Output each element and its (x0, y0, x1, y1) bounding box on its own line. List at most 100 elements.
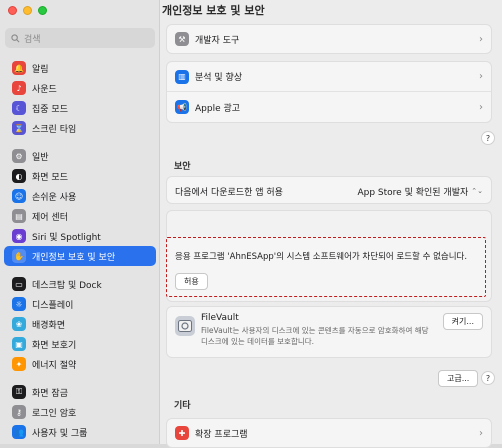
settings-window: 검색 🔔 알림 ♪ 사운드 ☾ 집중 모드 ⌛ 스크린 타임 ⚙ 일반 ◐ 화면 모드 ☺ 손쉬운 사용 ▤… (0, 0, 502, 448)
chevron-right-icon: › (479, 33, 483, 45)
sidebar-item[interactable]: ☼ 디스플레이 (4, 294, 156, 314)
allow-apps-card: 다음에서 다운로드한 앱 허용 App Store 및 확인된 개발자 ⌃⌄ (166, 176, 492, 204)
extensions-label: 확장 프로그램 (195, 429, 248, 440)
sidebar-item[interactable]: ⌛ 스크린 타임 (4, 118, 156, 138)
filevault-icon (175, 316, 195, 336)
sidebar-item-label: 로그인 암호 (32, 408, 77, 419)
allow-button[interactable]: 허용 (175, 273, 208, 290)
dock-icon: ▭ (12, 277, 26, 291)
apple-ads-label: Apple 광고 (195, 103, 241, 114)
developer-tools-card: ⚒ 개발자 도구 › (166, 24, 492, 54)
sidebar-item[interactable]: ⚿ 화면 잠금 (4, 382, 156, 402)
sidebar-item[interactable]: 👥 사용자 및 그룹 (4, 422, 156, 442)
sidebar-item[interactable]: 🔔 알림 (4, 58, 156, 78)
moon-icon: ☾ (12, 101, 26, 115)
other-section-title: 기타 (174, 401, 191, 411)
sidebar-item[interactable]: ◐ 화면 모드 (4, 166, 156, 186)
window-controls (8, 6, 47, 15)
filevault-card: FileVault FileVault는 사용자의 디스크에 있는 콘텐츠를 자… (166, 306, 492, 358)
sidebar-item-label: 일반 (32, 152, 49, 163)
sidebar-item[interactable]: ▭ 데스크탑 및 Dock (4, 274, 156, 294)
display-icon: ☼ (12, 297, 26, 311)
security-section-title: 보안 (174, 162, 191, 172)
allow-apps-value: App Store 및 확인된 개발자 (357, 187, 469, 198)
blocked-software-notice: 응용 프로그램 'AhnESApp'의 시스템 소프트웨어가 차단되어 로드할 … (166, 237, 486, 297)
sidebar-item-label: 알림 (32, 64, 49, 75)
filevault-title: FileVault (201, 313, 239, 323)
sidebar-item[interactable]: ✋ 개인정보 보호 및 보안 (4, 246, 156, 266)
analytics-ads-card: ▥ 분석 및 향상 › 📢 Apple 광고 › (166, 61, 492, 123)
sidebar-item[interactable]: ☾ 집중 모드 (4, 98, 156, 118)
sidebar-item[interactable]: ☺ 손쉬운 사용 (4, 186, 156, 206)
chevron-right-icon: › (479, 71, 483, 82)
sidebar-item-label: 집중 모드 (32, 104, 68, 115)
sidebar-item-label: 에너지 절약 (32, 360, 77, 371)
wallpaper-icon: ❀ (12, 317, 26, 331)
sidebar-item[interactable]: ✦ 에너지 절약 (4, 354, 156, 374)
sidebar-item-label: 데스크탑 및 Dock (32, 280, 102, 291)
sidebar-item[interactable]: ⚙ 일반 (4, 146, 156, 166)
accessibility-icon: ☺ (12, 189, 26, 203)
sidebar-item-label: 개인정보 보호 및 보안 (32, 252, 116, 263)
page-title: 개인정보 보호 및 보안 (160, 0, 502, 20)
bell-icon: 🔔 (12, 61, 26, 75)
appearance-icon: ◐ (12, 169, 26, 183)
login-password-icon: ⚷ (12, 405, 26, 419)
hourglass-icon: ⌛ (12, 121, 26, 135)
speaker-icon: ♪ (12, 81, 26, 95)
sidebar-item-label: 제어 센터 (32, 212, 68, 223)
analytics-label: 분석 및 향상 (195, 73, 243, 83)
developer-tools-row[interactable]: ⚒ 개발자 도구 › (167, 25, 491, 53)
sidebar-item-label: 화면 보호기 (32, 340, 77, 351)
sidebar-item-label: Siri 및 Spotlight (32, 232, 101, 243)
sidebar-item-label: 배경화면 (32, 320, 66, 331)
sidebar-divider (0, 138, 160, 146)
sidebar-item[interactable]: ⚷ 로그인 암호 (4, 402, 156, 422)
allow-apps-label: 다음에서 다운로드한 앱 허용 (175, 187, 283, 198)
sidebar: 검색 🔔 알림 ♪ 사운드 ☾ 집중 모드 ⌛ 스크린 타임 ⚙ 일반 ◐ 화면 모드 ☺ 손쉬운 사용 ▤… (0, 0, 160, 444)
updown-chevron-icon: ⌃⌄ (471, 186, 483, 195)
search-placeholder: 검색 (24, 34, 41, 45)
blocked-message: 응용 프로그램 'AhnESApp'의 시스템 소프트웨어가 차단되어 로드할 … (175, 252, 468, 262)
extensions-row[interactable]: ✚ 확장 프로그램 › (167, 419, 491, 447)
control-center-icon: ▤ (12, 209, 26, 223)
zoom-window-button[interactable] (38, 6, 47, 15)
chevron-right-icon: › (479, 101, 483, 113)
apple-ads-row[interactable]: 📢 Apple 광고 › (167, 92, 491, 122)
allow-apps-row: 다음에서 다운로드한 앱 허용 App Store 및 확인된 개발자 ⌃⌄ (167, 177, 491, 205)
search-icon (11, 33, 20, 42)
gear-icon: ⚙ (12, 149, 26, 163)
sidebar-item-label: 손쉬운 사용 (32, 192, 77, 203)
filevault-turn-on-button[interactable]: 켜기... (442, 313, 483, 330)
hammer-icon: ⚒ (175, 32, 189, 46)
sidebar-item[interactable]: ▣ 화면 보호기 (4, 334, 156, 354)
allow-apps-popup[interactable]: App Store 및 확인된 개발자 ⌃⌄ (357, 185, 483, 198)
users-icon: 👥 (12, 425, 26, 439)
bar-chart-icon: ▥ (175, 69, 189, 84)
sidebar-item[interactable]: ❀ 배경화면 (4, 314, 156, 334)
advanced-button[interactable]: 고급... (438, 370, 479, 387)
safe-icon (178, 320, 192, 332)
hand-icon: ✋ (12, 249, 26, 263)
screensaver-icon: ▣ (12, 337, 26, 351)
search-field[interactable]: 검색 (5, 28, 155, 48)
sidebar-list: 🔔 알림 ♪ 사운드 ☾ 집중 모드 ⌛ 스크린 타임 ⚙ 일반 ◐ 화면 모드 ☺ 손쉬운 사용 ▤ 제어 … (0, 58, 160, 442)
sidebar-item-label: 사운드 (32, 84, 57, 95)
help-button[interactable]: ? (481, 131, 495, 145)
developer-tools-label: 개발자 도구 (195, 35, 240, 46)
megaphone-icon: 📢 (175, 100, 189, 114)
analytics-row[interactable]: ▥ 분석 및 향상 › (167, 62, 491, 92)
sidebar-divider (0, 266, 160, 274)
sidebar-item-label: 스크린 타임 (32, 124, 77, 135)
sidebar-item-label: 화면 모드 (32, 172, 68, 183)
help-button-security[interactable]: ? (481, 371, 495, 385)
lightbulb-icon: ✦ (12, 357, 26, 371)
sidebar-item-label: 사용자 및 그룹 (32, 428, 88, 439)
sidebar-item[interactable]: ◉ Siri 및 Spotlight (4, 226, 156, 246)
minimize-window-button[interactable] (23, 6, 32, 15)
close-window-button[interactable] (8, 6, 17, 15)
sidebar-item[interactable]: ♪ 사운드 (4, 78, 156, 98)
sidebar-item[interactable]: ▤ 제어 센터 (4, 206, 156, 226)
filevault-description-line-1: FileVault는 사용자의 디스크에 있는 콘텐츠를 자동으로 암호화하여 … (201, 326, 429, 335)
siri-icon: ◉ (12, 229, 26, 243)
